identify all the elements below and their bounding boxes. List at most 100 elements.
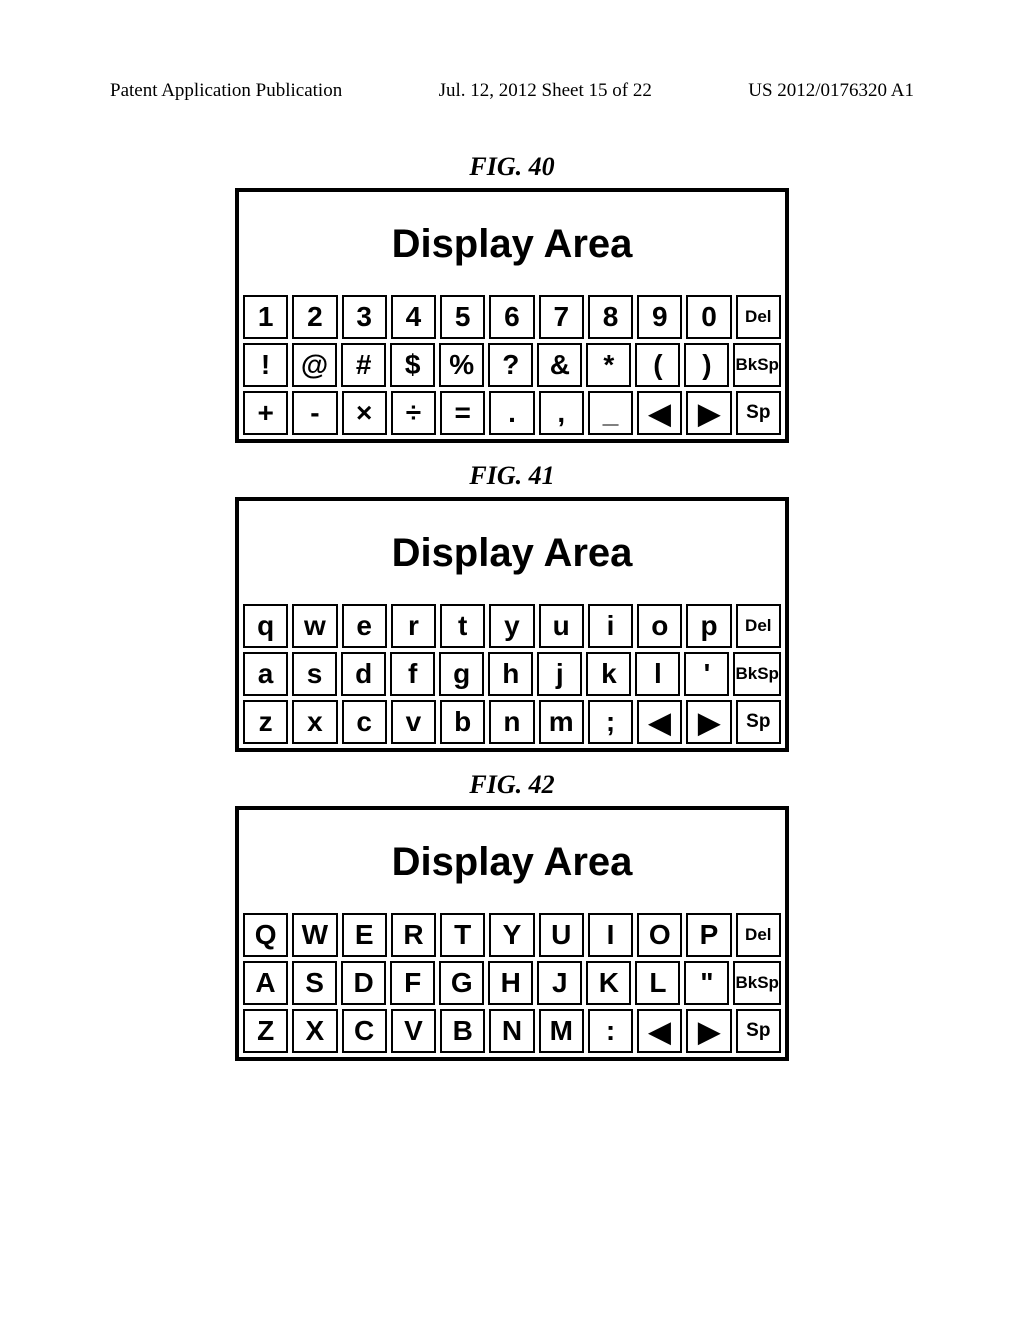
- key-amp[interactable]: &: [537, 343, 582, 387]
- key-right-arrow[interactable]: ▶: [686, 700, 731, 744]
- key-del[interactable]: Del: [736, 295, 781, 339]
- key-equals[interactable]: =: [440, 391, 485, 435]
- key-O[interactable]: O: [637, 913, 682, 957]
- key-X[interactable]: X: [292, 1009, 337, 1053]
- key-right-arrow[interactable]: ▶: [686, 1009, 731, 1053]
- key-space[interactable]: Sp: [736, 1009, 781, 1053]
- key-g[interactable]: g: [439, 652, 484, 696]
- key-left-arrow[interactable]: ◀: [637, 700, 682, 744]
- key-A[interactable]: A: [243, 961, 288, 1005]
- key-T[interactable]: T: [440, 913, 485, 957]
- key-x[interactable]: x: [292, 700, 337, 744]
- key-left-arrow[interactable]: ◀: [637, 1009, 682, 1053]
- key-5[interactable]: 5: [440, 295, 485, 339]
- key-comma[interactable]: ,: [539, 391, 584, 435]
- key-bksp[interactable]: BkSp: [733, 961, 780, 1005]
- key-9[interactable]: 9: [637, 295, 682, 339]
- key-plus[interactable]: +: [243, 391, 288, 435]
- key-percent[interactable]: %: [439, 343, 484, 387]
- key-3[interactable]: 3: [342, 295, 387, 339]
- key-u[interactable]: u: [539, 604, 584, 648]
- key-colon[interactable]: :: [588, 1009, 633, 1053]
- key-F[interactable]: F: [390, 961, 435, 1005]
- key-H[interactable]: H: [488, 961, 533, 1005]
- key-6[interactable]: 6: [489, 295, 534, 339]
- key-n[interactable]: n: [489, 700, 534, 744]
- key-L[interactable]: L: [635, 961, 680, 1005]
- key-N[interactable]: N: [489, 1009, 534, 1053]
- key-Q[interactable]: Q: [243, 913, 288, 957]
- key-question[interactable]: ?: [488, 343, 533, 387]
- key-period[interactable]: .: [489, 391, 534, 435]
- key-c[interactable]: c: [342, 700, 387, 744]
- key-bksp[interactable]: BkSp: [733, 652, 780, 696]
- key-apostrophe[interactable]: ': [684, 652, 729, 696]
- key-div[interactable]: ÷: [391, 391, 436, 435]
- key-s[interactable]: s: [292, 652, 337, 696]
- key-K[interactable]: K: [586, 961, 631, 1005]
- key-l[interactable]: l: [635, 652, 680, 696]
- key-del[interactable]: Del: [736, 913, 781, 957]
- key-at[interactable]: @: [292, 343, 337, 387]
- key-i[interactable]: i: [588, 604, 633, 648]
- key-b[interactable]: b: [440, 700, 485, 744]
- key-space[interactable]: Sp: [736, 391, 781, 435]
- key-t[interactable]: t: [440, 604, 485, 648]
- key-M[interactable]: M: [539, 1009, 584, 1053]
- key-q[interactable]: q: [243, 604, 288, 648]
- key-E[interactable]: E: [342, 913, 387, 957]
- key-f[interactable]: f: [390, 652, 435, 696]
- key-P[interactable]: P: [686, 913, 731, 957]
- key-k[interactable]: k: [586, 652, 631, 696]
- key-m[interactable]: m: [539, 700, 584, 744]
- key-hash[interactable]: #: [341, 343, 386, 387]
- key-I[interactable]: I: [588, 913, 633, 957]
- key-4[interactable]: 4: [391, 295, 436, 339]
- key-bksp[interactable]: BkSp: [733, 343, 780, 387]
- key-8[interactable]: 8: [588, 295, 633, 339]
- key-0[interactable]: 0: [686, 295, 731, 339]
- key-lparen[interactable]: (: [635, 343, 680, 387]
- panel-fig41: Display Area q w e r t y u i o p Del a s…: [235, 497, 789, 752]
- key-minus[interactable]: -: [292, 391, 337, 435]
- key-d[interactable]: d: [341, 652, 386, 696]
- key-J[interactable]: J: [537, 961, 582, 1005]
- key-W[interactable]: W: [292, 913, 337, 957]
- key-G[interactable]: G: [439, 961, 484, 1005]
- key-underscore[interactable]: _: [588, 391, 633, 435]
- key-1[interactable]: 1: [243, 295, 288, 339]
- key-w[interactable]: w: [292, 604, 337, 648]
- key-R[interactable]: R: [391, 913, 436, 957]
- key-del[interactable]: Del: [736, 604, 781, 648]
- key-dollar[interactable]: $: [390, 343, 435, 387]
- key-rparen[interactable]: ): [684, 343, 729, 387]
- key-V[interactable]: V: [391, 1009, 436, 1053]
- key-y[interactable]: y: [489, 604, 534, 648]
- key-h[interactable]: h: [488, 652, 533, 696]
- key-r[interactable]: r: [391, 604, 436, 648]
- key-7[interactable]: 7: [539, 295, 584, 339]
- key-quote[interactable]: ": [684, 961, 729, 1005]
- key-Y[interactable]: Y: [489, 913, 534, 957]
- key-mult[interactable]: ×: [342, 391, 387, 435]
- key-j[interactable]: j: [537, 652, 582, 696]
- key-U[interactable]: U: [539, 913, 584, 957]
- key-exclam[interactable]: !: [243, 343, 288, 387]
- key-e[interactable]: e: [342, 604, 387, 648]
- key-p[interactable]: p: [686, 604, 731, 648]
- key-Z[interactable]: Z: [243, 1009, 288, 1053]
- key-C[interactable]: C: [342, 1009, 387, 1053]
- key-space[interactable]: Sp: [736, 700, 781, 744]
- key-star[interactable]: *: [586, 343, 631, 387]
- key-S[interactable]: S: [292, 961, 337, 1005]
- key-a[interactable]: a: [243, 652, 288, 696]
- key-semicolon[interactable]: ;: [588, 700, 633, 744]
- key-right-arrow[interactable]: ▶: [686, 391, 731, 435]
- key-D[interactable]: D: [341, 961, 386, 1005]
- key-left-arrow[interactable]: ◀: [637, 391, 682, 435]
- key-B[interactable]: B: [440, 1009, 485, 1053]
- key-z[interactable]: z: [243, 700, 288, 744]
- key-2[interactable]: 2: [292, 295, 337, 339]
- key-o[interactable]: o: [637, 604, 682, 648]
- key-v[interactable]: v: [391, 700, 436, 744]
